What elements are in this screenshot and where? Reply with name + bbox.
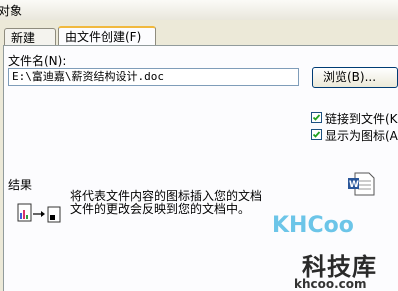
display-as-icon-label: 显示为图标(A)	[325, 129, 398, 143]
display-as-icon-checkbox[interactable]	[311, 129, 322, 140]
checkmark-icon	[312, 131, 321, 138]
tab-new[interactable]: 新建(C)	[4, 28, 56, 63]
svg-text:W: W	[349, 180, 359, 190]
result-line-2: 文件的更改会反映到您的文档中。	[70, 202, 251, 216]
watermark: KHCoo 科技库 khcoo.com	[272, 205, 398, 291]
result-diagram-icon	[17, 203, 61, 223]
result-heading: 结果	[8, 178, 33, 192]
tab-strip: 新建(C) 由文件创建(F)	[0, 26, 398, 63]
link-to-file-label: 链接到文件(K)	[325, 112, 398, 126]
link-to-file-checkbox[interactable]	[311, 112, 322, 123]
title-bar: 对象	[0, 0, 398, 20]
result-description: 将代表文件内容的图标插入您的文档 文件的更改会反映到您的文档中。	[70, 190, 270, 216]
filename-label: 文件名(N):	[8, 54, 67, 68]
word-document-icon: W	[348, 172, 375, 196]
filename-input[interactable]: E:\富迪嘉\薪资结构设计.doc	[8, 68, 299, 86]
watermark-url: khcoo.com	[294, 277, 367, 291]
browse-button[interactable]: 浏览(B)...	[312, 67, 398, 88]
tab-create-from-file[interactable]: 由文件创建(F)	[58, 26, 156, 46]
window-title: 对象	[0, 4, 23, 18]
watermark-logo: KHCoo	[272, 213, 354, 238]
checkmark-icon	[312, 114, 321, 121]
